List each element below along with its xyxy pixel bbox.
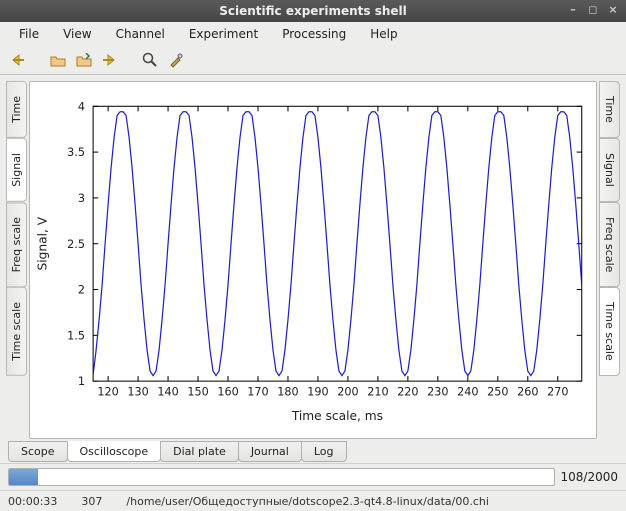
forward-icon[interactable] [102, 49, 124, 71]
back-icon[interactable] [10, 49, 32, 71]
svg-text:2.5: 2.5 [67, 238, 85, 251]
right-tab-time[interactable]: Time [599, 81, 620, 138]
tab-oscilloscope[interactable]: Oscilloscope [67, 441, 162, 462]
progress-row: 108/2000 [0, 463, 626, 490]
maximize-icon[interactable]: ◻ [586, 3, 600, 17]
status-path: /home/user/Общедоступные/dotscope2.3-qt4… [126, 495, 489, 508]
svg-text:150: 150 [187, 385, 208, 398]
right-tab-signal[interactable]: Signal [599, 138, 620, 202]
svg-text:3: 3 [78, 192, 85, 205]
svg-text:130: 130 [127, 385, 148, 398]
progress-label: 108/2000 [561, 470, 619, 484]
titlebar: Scientific experiments shell – ◻ × [0, 0, 626, 22]
svg-text:Signal, V: Signal, V [35, 216, 49, 270]
right-tab-time-scale[interactable]: Time scale [599, 287, 620, 376]
left-tab-time[interactable]: Time [6, 81, 27, 138]
svg-text:210: 210 [367, 385, 388, 398]
menu-experiment[interactable]: Experiment [178, 24, 269, 44]
svg-text:170: 170 [247, 385, 268, 398]
left-tab-signal[interactable]: Signal [6, 138, 27, 202]
svg-text:270: 270 [547, 385, 568, 398]
menu-processing[interactable]: Processing [271, 24, 357, 44]
minimize-icon[interactable]: – [566, 3, 580, 17]
left-tab-group: Time Signal Freq scale Time scale [6, 81, 27, 439]
status-time: 00:00:33 [8, 495, 57, 508]
svg-text:2: 2 [78, 284, 85, 297]
svg-text:1: 1 [78, 375, 85, 388]
menu-view[interactable]: View [52, 24, 102, 44]
svg-text:3.5: 3.5 [67, 146, 85, 159]
right-tab-group: Time Signal Freq scale Time scale [599, 81, 620, 439]
bottom-tab-group: Scope Oscilloscope Dial plate Journal Lo… [0, 441, 626, 463]
window-title: Scientific experiments shell [219, 4, 407, 18]
svg-text:250: 250 [487, 385, 508, 398]
svg-text:260: 260 [517, 385, 538, 398]
toolbar [0, 46, 626, 75]
app-window: Scientific experiments shell – ◻ × File … [0, 0, 626, 511]
svg-text:200: 200 [337, 385, 358, 398]
status-count: 307 [81, 495, 102, 508]
svg-text:180: 180 [277, 385, 298, 398]
svg-text:4: 4 [78, 100, 85, 113]
svg-text:1.5: 1.5 [67, 329, 85, 342]
plot-area: 120 130 140 150 160 170 180 190 200 210 220 230 240 2… [29, 81, 597, 439]
tab-log[interactable]: Log [301, 441, 347, 462]
tab-journal[interactable]: Journal [238, 441, 302, 462]
menu-help[interactable]: Help [359, 24, 408, 44]
svg-text:190: 190 [307, 385, 328, 398]
menubar: File View Channel Experiment Processing … [0, 22, 626, 46]
progress-bar [8, 468, 555, 486]
left-tab-freq-scale[interactable]: Freq scale [6, 202, 27, 287]
probe-icon[interactable] [168, 49, 190, 71]
status-bar: 00:00:33 307 /home/user/Общедоступные/do… [0, 490, 626, 511]
svg-text:230: 230 [427, 385, 448, 398]
tab-dial-plate[interactable]: Dial plate [160, 441, 239, 462]
svg-text:160: 160 [217, 385, 238, 398]
right-tab-freq-scale[interactable]: Freq scale [599, 202, 620, 287]
menu-file[interactable]: File [8, 24, 50, 44]
svg-text:120: 120 [97, 385, 118, 398]
close-icon[interactable]: × [606, 3, 620, 17]
tab-scope[interactable]: Scope [8, 441, 68, 462]
menu-channel[interactable]: Channel [105, 24, 176, 44]
zoom-icon[interactable] [142, 49, 164, 71]
svg-text:220: 220 [397, 385, 418, 398]
window-buttons: – ◻ × [566, 3, 620, 17]
import-icon[interactable] [76, 49, 98, 71]
svg-text:140: 140 [157, 385, 178, 398]
open-icon[interactable] [50, 49, 72, 71]
svg-text:Time scale, ms: Time scale, ms [291, 409, 383, 423]
central-area: Time Signal Freq scale Time scale 120 130… [0, 75, 626, 441]
left-tab-time-scale[interactable]: Time scale [6, 287, 27, 376]
signal-chart[interactable]: 120 130 140 150 160 170 180 190 200 210 220 230 240 2… [30, 82, 596, 438]
svg-text:240: 240 [457, 385, 478, 398]
